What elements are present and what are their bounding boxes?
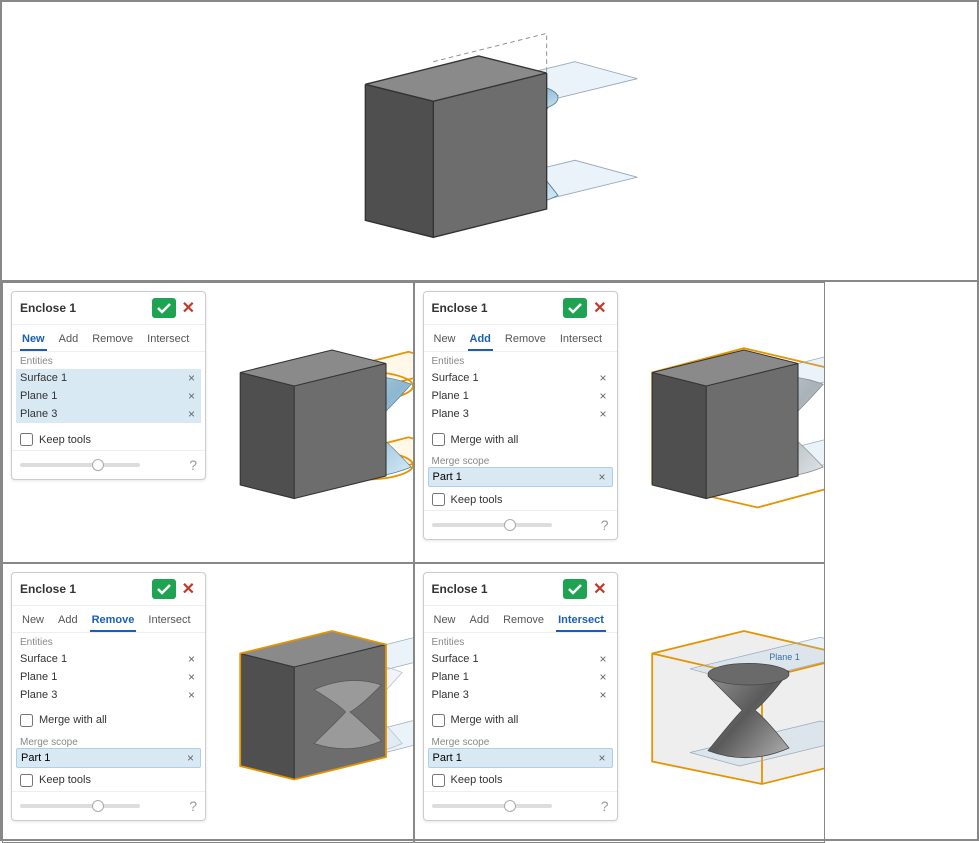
entity-row[interactable]: Surface 1× bbox=[428, 650, 613, 668]
entity-row[interactable]: Plane 1× bbox=[428, 387, 613, 405]
entity-row[interactable]: Plane 3× bbox=[16, 686, 201, 704]
tab-add[interactable]: Add bbox=[468, 329, 493, 351]
enclose-dialog: Enclose 1 ✕ New Add Remove Intersect Ent… bbox=[11, 291, 206, 480]
dialog-title: Enclose 1 bbox=[20, 301, 76, 315]
viewport-add[interactable] bbox=[618, 291, 826, 554]
keep-tools-row[interactable]: Keep tools bbox=[424, 489, 617, 510]
viewport-intersect[interactable]: Plane 1 bbox=[618, 572, 826, 835]
top-preview bbox=[2, 2, 977, 282]
dialog-title: Enclose 1 bbox=[20, 582, 76, 596]
panel-remove: Enclose 1 ✕ New Add Remove Intersect Ent… bbox=[2, 563, 414, 843]
remove-entity-icon[interactable]: × bbox=[186, 407, 197, 421]
merge-with-all-row[interactable]: Merge with all bbox=[424, 429, 617, 450]
enclose-dialog: Enclose 1 ✕ New Add Remove Intersect Ent… bbox=[423, 291, 618, 540]
keep-tools-checkbox[interactable] bbox=[432, 774, 445, 787]
merge-with-all-row[interactable]: Merge with all bbox=[12, 710, 205, 731]
tab-new[interactable]: New bbox=[20, 329, 47, 351]
keep-tools-checkbox[interactable] bbox=[432, 493, 445, 506]
entity-row[interactable]: Plane 1× bbox=[428, 668, 613, 686]
cancel-button[interactable]: ✕ bbox=[180, 579, 197, 599]
help-icon[interactable]: ? bbox=[189, 798, 197, 814]
panel-new: Enclose 1 ✕ New Add Remove Intersect Ent… bbox=[2, 282, 414, 563]
remove-entity-icon[interactable]: × bbox=[597, 389, 608, 403]
keep-tools-checkbox[interactable] bbox=[20, 433, 33, 446]
remove-entity-icon[interactable]: × bbox=[186, 652, 197, 666]
help-icon[interactable]: ? bbox=[189, 457, 197, 473]
remove-scope-icon[interactable]: × bbox=[596, 470, 607, 484]
tab-new[interactable]: New bbox=[20, 610, 46, 632]
merge-scope-field[interactable]: Part 1 × bbox=[16, 748, 201, 768]
opacity-slider[interactable] bbox=[432, 523, 552, 527]
confirm-button[interactable] bbox=[563, 298, 587, 318]
enclose-dialog: Enclose 1 ✕ New Add Remove Intersect Ent… bbox=[11, 572, 206, 821]
plane-label: Plane 1 bbox=[769, 652, 800, 662]
entity-row[interactable]: Plane 3× bbox=[16, 405, 201, 423]
help-icon[interactable]: ? bbox=[601, 798, 609, 814]
tab-add[interactable]: Add bbox=[57, 329, 81, 351]
remove-entity-icon[interactable]: × bbox=[186, 670, 197, 684]
keep-tools-row[interactable]: Keep tools bbox=[12, 770, 205, 791]
panel-intersect: Enclose 1 ✕ New Add Remove Intersect Ent… bbox=[414, 563, 826, 843]
confirm-button[interactable] bbox=[563, 579, 587, 599]
opacity-slider[interactable] bbox=[432, 804, 552, 808]
tab-remove[interactable]: Remove bbox=[90, 329, 135, 351]
merge-with-all-checkbox[interactable] bbox=[432, 433, 445, 446]
keep-tools-checkbox[interactable] bbox=[20, 774, 33, 787]
tab-add[interactable]: Add bbox=[56, 610, 80, 632]
merge-with-all-checkbox[interactable] bbox=[20, 714, 33, 727]
entity-row[interactable]: Plane 1× bbox=[16, 668, 201, 686]
entity-list: Surface 1× Plane 1× Plane 3× bbox=[12, 367, 205, 429]
remove-entity-icon[interactable]: × bbox=[186, 688, 197, 702]
remove-entity-icon[interactable]: × bbox=[597, 670, 608, 684]
keep-tools-row[interactable]: Keep tools bbox=[12, 429, 205, 450]
remove-entity-icon[interactable]: × bbox=[597, 407, 608, 421]
remove-entity-icon[interactable]: × bbox=[597, 652, 608, 666]
merge-with-all-row[interactable]: Merge with all bbox=[424, 710, 617, 731]
remove-entity-icon[interactable]: × bbox=[186, 371, 197, 385]
remove-entity-icon[interactable]: × bbox=[597, 371, 608, 385]
help-icon[interactable]: ? bbox=[601, 517, 609, 533]
viewport-top[interactable] bbox=[2, 16, 977, 266]
tab-add[interactable]: Add bbox=[468, 610, 492, 632]
panel-add: Enclose 1 ✕ New Add Remove Intersect Ent… bbox=[414, 282, 826, 563]
tab-remove[interactable]: Remove bbox=[501, 610, 546, 632]
opacity-slider[interactable] bbox=[20, 804, 140, 808]
cancel-button[interactable]: ✕ bbox=[180, 298, 197, 318]
tab-new[interactable]: New bbox=[432, 610, 458, 632]
entity-row[interactable]: Surface 1× bbox=[428, 369, 613, 387]
tab-intersect[interactable]: Intersect bbox=[556, 610, 606, 632]
entities-label: Entities bbox=[12, 352, 205, 367]
entity-row[interactable]: Surface 1× bbox=[16, 369, 201, 387]
merge-with-all-checkbox[interactable] bbox=[432, 714, 445, 727]
viewport-new[interactable] bbox=[206, 291, 414, 554]
remove-scope-icon[interactable]: × bbox=[185, 751, 196, 765]
confirm-button[interactable] bbox=[152, 298, 176, 318]
tabs: New Add Remove Intersect bbox=[12, 325, 205, 352]
keep-tools-row[interactable]: Keep tools bbox=[424, 770, 617, 791]
confirm-button[interactable] bbox=[152, 579, 176, 599]
entity-row[interactable]: Plane 3× bbox=[428, 405, 613, 423]
tab-intersect[interactable]: Intersect bbox=[145, 329, 191, 351]
viewport-remove[interactable] bbox=[206, 572, 414, 835]
entity-row[interactable]: Plane 1× bbox=[16, 387, 201, 405]
tab-intersect[interactable]: Intersect bbox=[558, 329, 604, 351]
remove-scope-icon[interactable]: × bbox=[596, 751, 607, 765]
cancel-button[interactable]: ✕ bbox=[591, 579, 608, 599]
merge-scope-field[interactable]: Part 1 × bbox=[428, 748, 613, 768]
tab-intersect[interactable]: Intersect bbox=[146, 610, 192, 632]
cancel-button[interactable]: ✕ bbox=[591, 298, 608, 318]
tab-remove[interactable]: Remove bbox=[90, 610, 137, 632]
enclose-dialog: Enclose 1 ✕ New Add Remove Intersect Ent… bbox=[423, 572, 618, 821]
opacity-slider[interactable] bbox=[20, 463, 140, 467]
tab-remove[interactable]: Remove bbox=[503, 329, 548, 351]
remove-entity-icon[interactable]: × bbox=[186, 389, 197, 403]
tab-new[interactable]: New bbox=[432, 329, 458, 351]
dialog-title: Enclose 1 bbox=[432, 582, 488, 596]
dialog-title: Enclose 1 bbox=[432, 301, 488, 315]
entity-row[interactable]: Plane 3× bbox=[428, 686, 613, 704]
remove-entity-icon[interactable]: × bbox=[597, 688, 608, 702]
entity-row[interactable]: Surface 1× bbox=[16, 650, 201, 668]
merge-scope-field[interactable]: Part 1 × bbox=[428, 467, 613, 487]
